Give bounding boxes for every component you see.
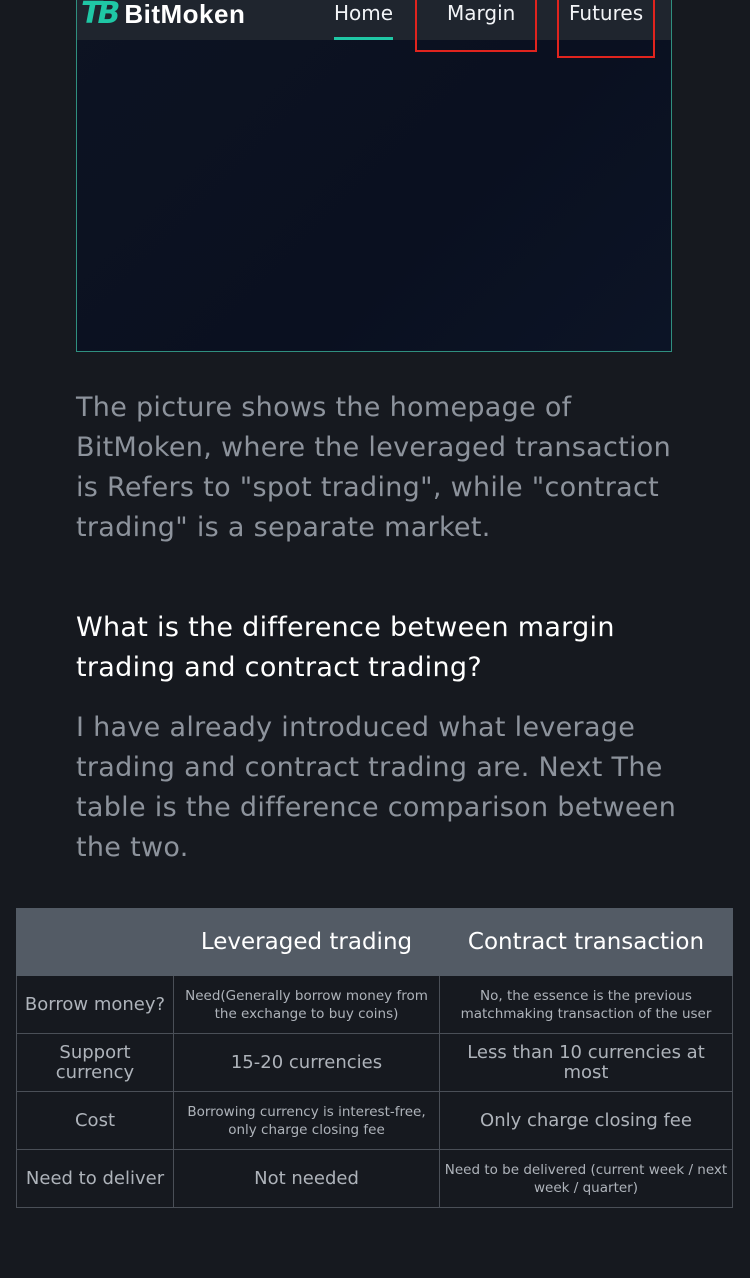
logo-text: BitMoken: [124, 0, 246, 29]
table-row: Need to deliver Not needed Need to be de…: [16, 1149, 733, 1208]
header-cell-empty: [16, 908, 174, 976]
table-header-row: Leveraged trading Contract transaction: [16, 908, 733, 976]
row-label: Support currency: [16, 1033, 174, 1092]
row-label: Cost: [16, 1091, 174, 1150]
table-cell: Less than 10 currencies at most: [439, 1033, 733, 1092]
table-cell: Not needed: [173, 1149, 440, 1208]
header-contract-transaction: Contract transaction: [439, 908, 733, 976]
highlight-box-futures: [557, 0, 655, 58]
bitmoken-logo-icon: TB: [81, 0, 120, 31]
table-cell: 15-20 currencies: [173, 1033, 440, 1092]
nav-home[interactable]: Home: [334, 0, 394, 40]
intro-paragraph: The picture shows the homepage of BitMok…: [76, 392, 672, 543]
homepage-screenshot: TB BitMoken Home Margin Futures: [76, 0, 672, 352]
body-paragraph: I have already introduced what leverage …: [76, 712, 677, 863]
table-cell: Need(Generally borrow money from the exc…: [173, 975, 440, 1034]
table-row: Borrow money? Need(Generally borrow mone…: [16, 975, 733, 1034]
table-row: Support currency 15-20 currencies Less t…: [16, 1033, 733, 1092]
table-cell: Need to be delivered (current week / nex…: [439, 1149, 733, 1208]
table-cell: No, the essence is the previous matchmak…: [439, 975, 733, 1034]
header-leveraged-trading: Leveraged trading: [173, 908, 440, 976]
comparison-table: Leveraged trading Contract transaction B…: [16, 908, 733, 1208]
row-label: Need to deliver: [16, 1149, 174, 1208]
logo[interactable]: TB BitMoken: [81, 0, 245, 31]
highlight-box-margin: [415, 0, 537, 52]
section-heading: What is the difference between margin tr…: [76, 612, 615, 683]
table-cell: Borrowing currency is interest-free, onl…: [173, 1091, 440, 1150]
table-row: Cost Borrowing currency is interest-free…: [16, 1091, 733, 1150]
table-cell: Only charge closing fee: [439, 1091, 733, 1150]
row-label: Borrow money?: [16, 975, 174, 1034]
